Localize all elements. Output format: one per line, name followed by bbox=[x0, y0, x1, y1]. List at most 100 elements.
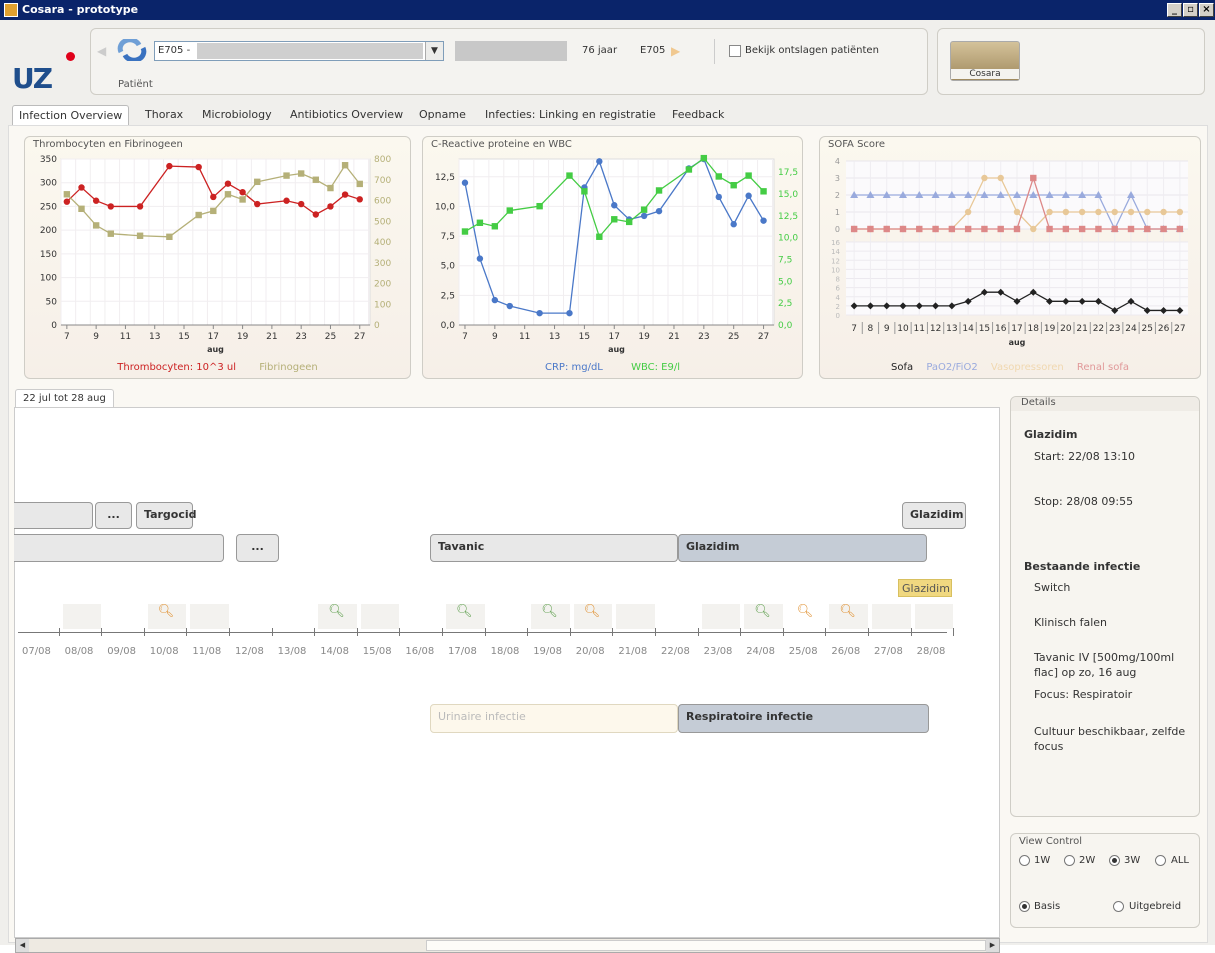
chevron-down-icon[interactable]: ▼ bbox=[425, 42, 443, 60]
tab-feedback[interactable]: Feedback bbox=[666, 105, 730, 126]
data-point bbox=[611, 202, 618, 209]
discharged-checkbox[interactable] bbox=[729, 45, 741, 57]
x-tick-label: 21 bbox=[1076, 324, 1087, 334]
medication-bar[interactable] bbox=[14, 502, 93, 529]
cosara-button-label: Cosara bbox=[951, 69, 1019, 79]
timeline-scrollbar[interactable]: ◀ ▶ bbox=[15, 938, 1000, 953]
details-line: Klinisch falen bbox=[1034, 616, 1108, 629]
y-tick-label: 6 bbox=[836, 285, 841, 293]
glazidim-highlight[interactable]: Glazidim bbox=[898, 579, 952, 597]
y-tick-label: 350 bbox=[40, 155, 57, 165]
next-patient-icon[interactable]: ▶ bbox=[671, 44, 680, 58]
data-point bbox=[491, 296, 499, 304]
x-tick-label: 19 bbox=[1044, 324, 1056, 334]
y2-tick-label: 12,5 bbox=[778, 212, 798, 222]
patient-combo[interactable]: E705 - ▼ bbox=[154, 41, 444, 61]
x-tick-label: 9 bbox=[492, 332, 498, 342]
data-point bbox=[210, 207, 217, 215]
medication-bar-glazidim[interactable]: Glazidim bbox=[902, 502, 966, 529]
x-tick-label: 24 bbox=[1125, 324, 1137, 334]
timeline-date-label: 24/08 bbox=[746, 646, 776, 657]
magnifier-icon[interactable]: 🔍︎ bbox=[456, 604, 473, 619]
magnifier-icon[interactable]: 🔍︎ bbox=[158, 604, 175, 619]
refresh-icon[interactable] bbox=[117, 39, 147, 61]
x-tick-label: 21 bbox=[668, 332, 679, 342]
data-point bbox=[536, 309, 543, 317]
tab-infection-overview[interactable]: Infection Overview bbox=[12, 105, 130, 126]
timeline-date-label: 15/08 bbox=[362, 646, 392, 657]
y-tick-label: 0 bbox=[836, 312, 840, 320]
y-tick-label: 50 bbox=[46, 297, 58, 307]
y2-tick-label: 7,5 bbox=[778, 255, 792, 265]
details-drug: Glazidim bbox=[1024, 428, 1078, 441]
radio-basis[interactable] bbox=[1019, 901, 1030, 912]
timeline-tick bbox=[782, 628, 784, 636]
y2-tick-label: 5,0 bbox=[778, 277, 793, 287]
tab-infecties-linking[interactable]: Infecties: Linking en registratie bbox=[479, 105, 662, 126]
radio-all[interactable] bbox=[1155, 855, 1166, 866]
scroll-left-icon[interactable]: ◀ bbox=[16, 939, 29, 952]
timeline-date-label: 25/08 bbox=[788, 646, 818, 657]
tab-antibiotics-overview[interactable]: Antibiotics Overview bbox=[284, 105, 409, 126]
x-tick-label: 25 bbox=[1142, 324, 1153, 334]
data-point bbox=[78, 205, 85, 212]
day-cell bbox=[701, 604, 741, 629]
magnifier-icon[interactable]: 🔍︎ bbox=[797, 604, 814, 619]
radio-uitgebreid[interactable] bbox=[1113, 901, 1124, 912]
data-point bbox=[899, 225, 907, 233]
timeline-date-label: 12/08 bbox=[235, 646, 264, 657]
x-tick-label: 27 bbox=[354, 332, 365, 342]
y2-tick-label: 0,0 bbox=[778, 321, 793, 331]
timeline-tab[interactable]: 22 jul tot 28 aug bbox=[15, 389, 114, 409]
chart-panel-platelets: Thrombocyten en Fibrinogeen 0 50 100 150 200… bbox=[24, 136, 411, 379]
timeline-tick bbox=[229, 628, 230, 636]
maximize-button[interactable]: ▫ bbox=[1183, 3, 1198, 17]
data-point bbox=[867, 225, 874, 233]
y-tick-label: 14 bbox=[831, 248, 840, 256]
medication-bar[interactable]: ... bbox=[236, 534, 279, 562]
medication-bar[interactable] bbox=[14, 534, 224, 562]
magnifier-icon[interactable]: 🔍︎ bbox=[584, 604, 601, 619]
x-tick-label: 13 bbox=[946, 324, 957, 334]
y-tick-label: 4 bbox=[835, 157, 840, 166]
medication-bar[interactable]: ... bbox=[95, 502, 132, 529]
day-cell bbox=[360, 604, 400, 629]
infection-bar-respiratoire[interactable]: Respiratoire infectie bbox=[678, 704, 929, 733]
data-point bbox=[640, 206, 648, 213]
cosara-button[interactable]: Cosara bbox=[950, 41, 1020, 81]
crp-chart: 0,0 2,5 5,0 7,5 10,0 12,5 0,0 2,5 5,0 7,5 10,0 12,5… bbox=[435, 154, 798, 354]
tab-thorax[interactable]: Thorax bbox=[139, 105, 189, 126]
sofa-chart: 0123402468101214167 8 9 10 11 12 13 14 15 16 17 18 1… bbox=[831, 157, 1188, 347]
data-point bbox=[655, 187, 663, 194]
data-point bbox=[685, 166, 693, 173]
prev-patient-icon[interactable]: ◀ bbox=[97, 44, 106, 58]
x-tick-label: 21 bbox=[266, 332, 277, 342]
x-tick-label: 15 bbox=[979, 324, 990, 334]
magnifier-icon[interactable]: 🔍︎ bbox=[754, 604, 771, 619]
tab-opname[interactable]: Opname bbox=[413, 105, 472, 126]
magnifier-icon[interactable]: 🔍︎ bbox=[839, 604, 856, 619]
medication-bar-targocid[interactable]: Targocid bbox=[136, 502, 197, 529]
scroll-right-icon[interactable]: ▶ bbox=[986, 939, 999, 952]
x-tick-label: 25 bbox=[325, 332, 336, 342]
y-tick-label: 0 bbox=[51, 321, 57, 331]
data-point bbox=[461, 179, 469, 186]
magnifier-icon[interactable]: 🔍︎ bbox=[541, 604, 558, 619]
medication-bar-tavanic[interactable]: Tavanic bbox=[430, 534, 678, 562]
scroll-thumb[interactable] bbox=[426, 940, 986, 951]
data-point bbox=[461, 228, 469, 235]
radio-1w[interactable] bbox=[1019, 855, 1030, 866]
radio-2w[interactable] bbox=[1064, 855, 1075, 866]
data-point bbox=[506, 207, 513, 214]
tab-microbiology[interactable]: Microbiology bbox=[196, 105, 278, 126]
minimize-button[interactable]: _ bbox=[1167, 3, 1182, 17]
close-button[interactable]: × bbox=[1199, 3, 1214, 17]
timeline-tick bbox=[612, 628, 614, 636]
magnifier-icon[interactable]: 🔍︎ bbox=[328, 604, 345, 619]
x-tick-label: 23 bbox=[698, 332, 709, 342]
data-point bbox=[745, 192, 752, 199]
day-cell bbox=[190, 604, 229, 629]
infection-bar-urinaire[interactable]: Urinaire infectie bbox=[430, 704, 678, 733]
radio-3w[interactable] bbox=[1109, 855, 1120, 866]
medication-bar-glazidim-selected[interactable]: Glazidim bbox=[678, 534, 927, 562]
